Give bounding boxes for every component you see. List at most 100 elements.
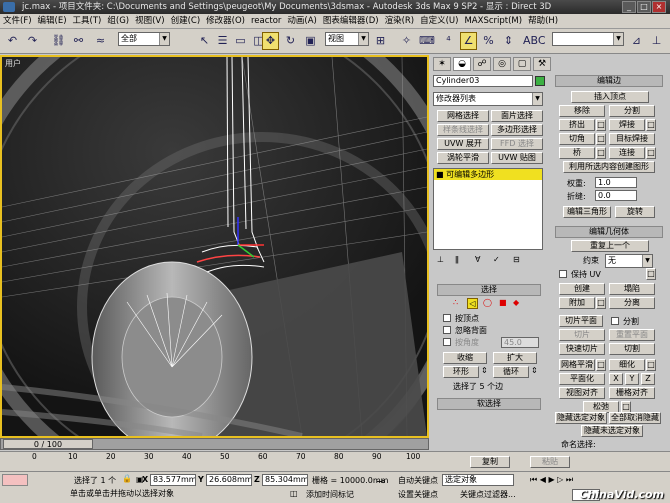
maximize-button[interactable]: □: [637, 1, 651, 13]
rect-selection-icon[interactable]: ▭: [232, 32, 249, 50]
lock-selection-icon[interactable]: 🔒: [122, 474, 132, 483]
crease-spinner[interactable]: 0.0: [595, 190, 637, 201]
paste-button[interactable]: 粘贴: [530, 456, 570, 468]
close-button[interactable]: ×: [652, 1, 666, 13]
create-tab-icon[interactable]: ✶: [433, 57, 451, 71]
ignore-backfacing-checkbox[interactable]: [443, 326, 451, 334]
play-controls[interactable]: ⏮ ◀ ▶ ▷ ⏭: [530, 475, 573, 485]
edit-triangulation-button[interactable]: 编辑三角形: [563, 206, 611, 218]
menu-modifiers[interactable]: 修改器(O): [203, 14, 248, 28]
select-rotate-icon[interactable]: ↻: [282, 32, 299, 50]
create-shape-button[interactable]: 利用所选内容创建图形: [563, 161, 655, 173]
loop-spinner-icon[interactable]: ⇕: [531, 366, 538, 375]
named-selection-icon[interactable]: ABC: [522, 32, 546, 50]
named-selection-sets-dropdown[interactable]: ▼: [552, 32, 624, 46]
snaps-toggle-icon[interactable]: ⁴: [440, 32, 457, 50]
slice-plane-button[interactable]: 切片平面: [559, 315, 603, 327]
planar-x-button[interactable]: X: [609, 373, 623, 385]
weld-settings-button[interactable]: □: [646, 119, 656, 131]
tessellate-button[interactable]: 细化: [609, 359, 645, 371]
unhide-all-button[interactable]: 全部取消隐藏: [609, 412, 661, 424]
set-key-button[interactable]: 设置关键点: [398, 489, 438, 500]
redo-icon[interactable]: ↷: [24, 32, 41, 50]
menu-edit[interactable]: 编辑(E): [35, 14, 70, 28]
element-subobj-icon[interactable]: ◆: [513, 298, 519, 307]
modifier-list-dropdown[interactable]: 修改器列表 ▼: [433, 92, 543, 106]
weld-button[interactable]: 焊接: [609, 119, 645, 131]
msmooth-settings-button[interactable]: □: [596, 359, 606, 371]
minimize-button[interactable]: _: [622, 1, 636, 13]
select-by-name-icon[interactable]: ☰: [214, 32, 231, 50]
chamfer-settings-button[interactable]: □: [596, 133, 606, 145]
keyboard-shortcut-icon[interactable]: ⌨: [418, 32, 435, 50]
remove-modifier-icon[interactable]: ✓: [493, 255, 500, 264]
preserve-uv-checkbox[interactable]: [559, 270, 567, 278]
extrude-button[interactable]: 挤出: [559, 119, 595, 131]
edit-geometry-rollout[interactable]: 编辑几何体: [555, 226, 663, 238]
constraints-dropdown[interactable]: 无 ▼: [605, 254, 653, 268]
uvw-unwrap-button[interactable]: UVW 展开: [437, 138, 489, 150]
make-unique-icon[interactable]: ∀: [475, 255, 480, 264]
edit-edges-rollout[interactable]: 编辑边: [555, 75, 663, 87]
viewport-user[interactable]: 用户: [0, 55, 429, 438]
select-object-icon[interactable]: ↖: [196, 32, 213, 50]
reset-plane-button[interactable]: 重置平面: [609, 329, 655, 341]
motion-tab-icon[interactable]: ◎: [493, 57, 511, 71]
select-link-icon[interactable]: ⛓: [50, 32, 67, 50]
menu-maxscript[interactable]: MAXScript(M): [461, 14, 525, 28]
repeat-last-button[interactable]: 重复上一个: [571, 240, 649, 252]
by-vertex-checkbox[interactable]: [443, 314, 451, 322]
preserve-uv-settings-button[interactable]: □: [646, 268, 656, 280]
edge-subobj-icon[interactable]: ◁: [467, 298, 478, 309]
angle-snap-icon[interactable]: ∠: [460, 32, 477, 50]
menu-help[interactable]: 帮助(H): [525, 14, 561, 28]
make-planar-button[interactable]: 平面化: [559, 373, 605, 385]
menu-graph-editors[interactable]: 图表编辑器(D): [320, 14, 382, 28]
copy-button[interactable]: 复制: [470, 456, 510, 468]
add-time-tag-button[interactable]: 添加时间标记: [306, 489, 354, 500]
spinner-snap-icon[interactable]: ⇕: [500, 32, 517, 50]
connect-settings-button[interactable]: □: [646, 147, 656, 159]
menu-file[interactable]: 文件(F): [0, 14, 35, 28]
key-filters-button[interactable]: 关键点过滤器...: [460, 489, 516, 500]
target-weld-button[interactable]: 目标焊接: [609, 133, 655, 145]
bind-space-warp-icon[interactable]: ≈: [92, 32, 109, 50]
insert-vertex-button[interactable]: 插入顶点: [571, 91, 649, 103]
menu-customize[interactable]: 自定义(U): [417, 14, 461, 28]
modify-tab-icon[interactable]: ◒: [453, 57, 471, 71]
configure-sets-icon[interactable]: ⊟: [513, 255, 520, 264]
pin-stack-icon[interactable]: ⊥: [437, 255, 444, 264]
grid-align-button[interactable]: 栅格对齐: [609, 387, 655, 399]
hide-selected-button[interactable]: 隐藏选定对象: [555, 412, 607, 424]
uvw-map-button[interactable]: UVW 贴图: [491, 152, 543, 164]
menu-rendering[interactable]: 渲染(R): [382, 14, 418, 28]
planar-y-button[interactable]: Y: [625, 373, 639, 385]
maxscript-listener[interactable]: [2, 474, 28, 486]
object-color-swatch[interactable]: [535, 76, 545, 86]
border-subobj-icon[interactable]: ◯: [483, 298, 492, 307]
menu-views[interactable]: 视图(V): [132, 14, 167, 28]
mirror-icon[interactable]: ⊿: [628, 32, 645, 50]
angle-spinner[interactable]: 45.0: [501, 337, 539, 348]
turn-button[interactable]: 旋转: [615, 206, 655, 218]
hierarchy-tab-icon[interactable]: ☍: [473, 57, 491, 71]
cut-button[interactable]: 切割: [609, 343, 655, 355]
select-manipulate-icon[interactable]: ✧: [398, 32, 415, 50]
collapse-button[interactable]: 塌陷: [609, 283, 655, 295]
utilities-tab-icon[interactable]: ⚒: [533, 57, 551, 71]
attach-button[interactable]: 附加: [559, 297, 595, 309]
pivot-center-icon[interactable]: ⊞: [372, 32, 389, 50]
chamfer-button[interactable]: 切角: [559, 133, 595, 145]
by-angle-checkbox[interactable]: [443, 338, 451, 346]
vertex-subobj-icon[interactable]: ∴: [453, 298, 458, 307]
quickslice-button[interactable]: 快速切片: [559, 343, 605, 355]
unlink-icon[interactable]: ⚯: [70, 32, 87, 50]
time-tag-icon[interactable]: ◫: [290, 489, 298, 498]
reference-coordinate-dropdown[interactable]: 视图 ▼: [325, 32, 369, 46]
bridge-settings-button[interactable]: □: [596, 147, 606, 159]
grow-button[interactable]: 扩大: [493, 352, 537, 364]
menu-tools[interactable]: 工具(T): [70, 14, 105, 28]
time-slider[interactable]: 0 / 100: [3, 439, 93, 449]
track-bar[interactable]: 0 10 20 30 40 50 60 70 80 90 100 复制 粘贴: [0, 451, 670, 471]
x-coordinate[interactable]: 83.577mm: [150, 474, 196, 486]
